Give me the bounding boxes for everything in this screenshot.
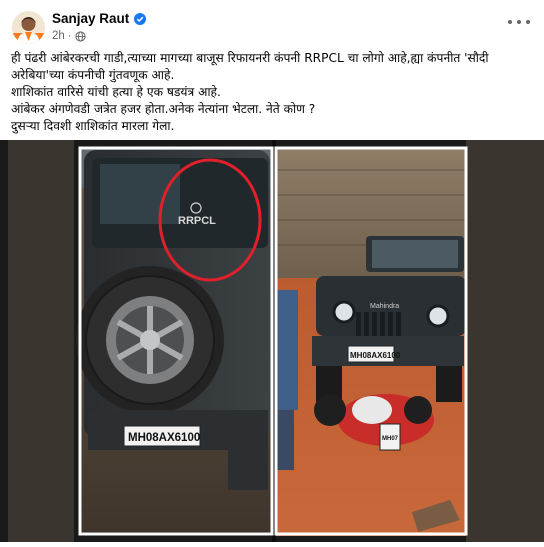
author-name[interactable]: Sanjay Raut bbox=[52, 11, 129, 26]
post-header: Sanjay Raut 2h · bbox=[0, 0, 544, 48]
more-dot-icon bbox=[517, 20, 521, 24]
meta-separator: · bbox=[67, 30, 72, 42]
post-text-line: शाशिकांत वारिसे यांची हत्या हे एक षडयंत्… bbox=[11, 85, 221, 99]
verified-badge-icon bbox=[134, 12, 147, 25]
post-photo[interactable]: RRPCL MH08AX6100 Mahindra MH08AX6100 MH0… bbox=[0, 140, 544, 542]
more-options-icon[interactable] bbox=[508, 15, 530, 29]
post-text-line: ही पंढरी आंबेरकरची गाडी,त्याच्या मागच्या… bbox=[11, 51, 489, 65]
scooter-number-plate: MH07 bbox=[382, 436, 399, 442]
globe-icon bbox=[75, 30, 86, 42]
right-photo: Mahindra MH08AX6100 MH07 bbox=[276, 148, 466, 536]
windshield-logo-text: RRPCL bbox=[178, 215, 216, 227]
post-text: ही पंढरी आंबेरकरची गाडी,त्याच्या मागच्या… bbox=[11, 50, 533, 135]
post-text-line: दुसऱ्या दिवशी शाशिकांत मारला गेला. bbox=[11, 119, 175, 133]
right-number-plate: MH08AX6100 bbox=[350, 351, 401, 360]
post-meta: 2h · bbox=[52, 30, 86, 42]
more-dot-icon bbox=[508, 20, 512, 24]
author-name-row: Sanjay Raut bbox=[52, 11, 147, 26]
right-brand-text: Mahindra bbox=[370, 303, 399, 310]
post-timestamp[interactable]: 2h bbox=[52, 30, 65, 42]
post-text-line: आंबेकर अंगणेवडी जत्रेत हजर होता.अनेक नेत… bbox=[11, 102, 316, 116]
left-number-plate: MH08AX6100 bbox=[128, 432, 200, 444]
left-photo: RRPCL MH08AX6100 bbox=[76, 148, 272, 532]
facebook-post: Sanjay Raut 2h · ही पंढरी आंबेरकरची गाडी… bbox=[0, 0, 544, 542]
author-avatar[interactable] bbox=[12, 11, 45, 44]
more-dot-icon bbox=[526, 20, 530, 24]
post-text-line: अरेबिया'च्या कंपनीची गुंतवणूक आहे. bbox=[11, 68, 175, 82]
photo-collage: RRPCL MH08AX6100 Mahindra MH08AX6100 MH0… bbox=[0, 140, 544, 542]
